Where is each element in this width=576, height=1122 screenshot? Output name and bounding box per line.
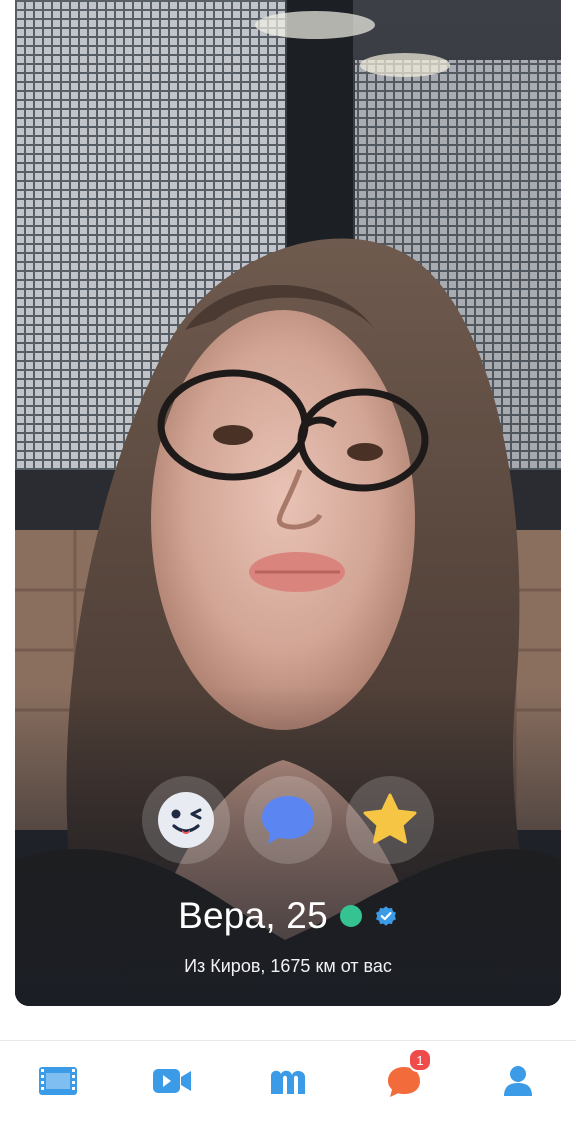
online-status-icon — [339, 905, 362, 927]
message-button[interactable] — [244, 776, 332, 864]
profile-name-row: Вера, 25 — [15, 895, 561, 937]
profile-icon — [504, 1066, 532, 1096]
verified-badge-icon — [375, 906, 396, 926]
tab-meet[interactable] — [266, 1059, 310, 1103]
profile-name-age: Вера, 25 — [178, 895, 328, 936]
tab-messages[interactable]: 1 — [382, 1048, 432, 1103]
wink-face-icon — [158, 792, 214, 848]
bottom-tab-bar: 1 — [0, 1040, 576, 1122]
profile-location: Из Киров, 1675 км от вас — [184, 956, 392, 976]
wink-button[interactable] — [142, 776, 230, 864]
superlike-button[interactable] — [346, 776, 434, 864]
m-logo-icon — [271, 1070, 305, 1094]
profile-card[interactable]: Вера, 25 Из Киров, 1675 км от вас — [15, 0, 561, 1006]
video-camera-icon — [153, 1069, 191, 1093]
action-buttons — [15, 776, 561, 866]
chat-bubble-icon — [262, 796, 314, 844]
tab-videos[interactable] — [36, 1059, 80, 1103]
tab-profile[interactable] — [496, 1059, 540, 1103]
tab-video-chat[interactable] — [150, 1059, 194, 1103]
star-icon — [363, 793, 417, 844]
messages-badge: 1 — [408, 1048, 432, 1072]
film-strip-icon — [39, 1067, 77, 1095]
